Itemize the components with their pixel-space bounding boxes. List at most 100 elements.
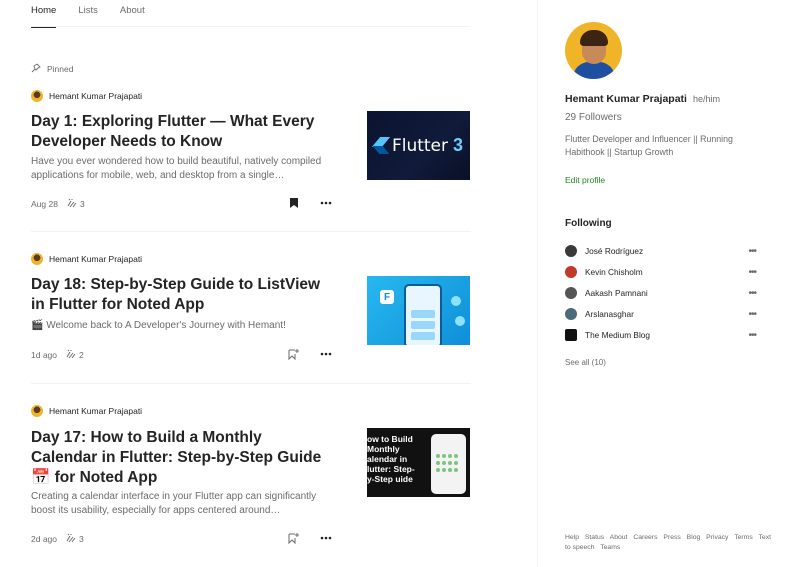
profile-tabs: Home Lists About [31,0,471,28]
following-item: Aakash Pamnani ••• [565,286,757,300]
post-actions [287,347,333,361]
more-options-icon[interactable]: ••• [748,246,756,257]
flutter-logo-icon [374,137,388,155]
clap-count: 3 [66,198,85,210]
edit-profile-link[interactable]: Edit profile [565,175,605,185]
footer-link-status[interactable]: Status [585,534,604,541]
clap-icon [65,533,76,545]
post-author[interactable]: Hemant Kumar Prajapati [31,404,471,418]
clap-count-value: 3 [79,199,85,209]
post-thumbnail[interactable]: Flutter 3 [367,111,470,180]
profile-pronoun: he/him [692,94,720,104]
bookmark-add-icon[interactable] [287,347,301,361]
following-heading: Following [565,218,612,229]
divider [31,383,471,384]
author-name: Hemant Kumar Prajapati [49,254,143,264]
following-item: Arslanasghar ••• [565,307,757,321]
profile-name: Hemant Kumar Prajapati [565,93,687,105]
footer-link-terms[interactable]: Terms [734,534,753,541]
more-options-icon[interactable]: ••• [748,267,756,278]
thumbnail-text: ow to Build Monthly alendar in lutter: S… [367,434,415,484]
more-options-icon[interactable]: ••• [748,288,756,299]
bookmark-filled-icon[interactable] [287,196,301,210]
footer-link-blog[interactable]: Blog [687,534,701,541]
clap-count: 3 [65,533,84,545]
bookmark-add-icon[interactable] [287,531,301,545]
following-item: Kevin Chisholm ••• [565,265,757,279]
following-name[interactable]: Aakash Pamnani [585,288,748,298]
profile-name-line: Hemant Kumar Prajapati he/him [565,93,720,105]
phone-illustration [404,284,442,345]
profile-sidebar: Hemant Kumar Prajapati he/him 29 Followe… [537,0,800,567]
pinned-indicator: Pinned [31,63,73,75]
avatar[interactable] [565,308,577,320]
thumbnail-text: Flutter [391,135,449,156]
clap-icon [66,198,77,210]
post-title[interactable]: Day 17: How to Build a Monthly Calendar … [31,428,331,488]
post-author[interactable]: Hemant Kumar Prajapati [31,89,471,103]
clap-count-value: 3 [79,534,84,544]
pin-icon [31,63,41,75]
thumbnail-badge: 3 [453,135,464,155]
clap-icon [65,349,76,361]
footer-link-press[interactable]: Press [663,534,680,541]
main-content: Home Lists About Pinned Hemant Kumar Pra… [0,0,537,567]
more-options-icon[interactable] [319,196,333,210]
more-options-icon[interactable]: ••• [748,330,756,341]
avatar [31,90,43,102]
avatar[interactable] [565,266,577,278]
following-item: The Medium Blog ••• [565,328,757,342]
post-card: Hemant Kumar Prajapati Day 17: How to Bu… [31,404,471,554]
profile-bio: Flutter Developer and Influencer || Runn… [565,134,733,157]
following-name[interactable]: The Medium Blog [585,330,748,340]
post-card: Hemant Kumar Prajapati Day 1: Exploring … [31,89,471,214]
post-date: Aug 28 [31,199,58,209]
medium-logo-icon[interactable] [565,329,577,341]
post-date: 2d ago [31,534,57,544]
post-thumbnail[interactable]: F [367,276,470,345]
avatar [31,253,43,265]
author-name: Hemant Kumar Prajapati [49,406,143,416]
post-actions [287,196,333,210]
avatar[interactable] [565,245,577,257]
clap-count-value: 2 [79,350,84,360]
post-meta: 1d ago 2 [31,349,84,361]
more-options-icon[interactable] [319,347,333,361]
tab-home[interactable]: Home [31,0,57,28]
post-subtitle[interactable]: Creating a calendar interface in your Fl… [31,490,336,518]
profile-avatar[interactable] [565,22,622,79]
following-name[interactable]: Kevin Chisholm [585,267,748,277]
tab-about[interactable]: About [120,0,145,27]
post-subtitle[interactable]: 🎬 Welcome back to A Developer's Journey … [31,319,336,333]
post-author[interactable]: Hemant Kumar Prajapati [31,252,471,266]
pinned-label: Pinned [47,64,74,74]
more-options-icon[interactable] [319,531,333,545]
footer-link-about[interactable]: About [610,534,628,541]
post-title[interactable]: Day 18: Step-by-Step Guide to ListView i… [31,275,331,315]
author-name: Hemant Kumar Prajapati [49,91,143,101]
post-meta: 2d ago 3 [31,533,84,545]
footer-links: Help Status About Careers Press Blog Pri… [565,533,775,553]
footer-link-teams[interactable]: Teams [600,544,620,551]
following-name[interactable]: José Rodríguez [585,246,748,256]
flutter-logo-icon: F [380,290,394,304]
post-actions [287,531,333,545]
post-card: Hemant Kumar Prajapati Day 18: Step-by-S… [31,252,471,372]
avatar [31,405,43,417]
see-all-following-link[interactable]: See all (10) [565,358,606,367]
clap-count: 2 [65,349,84,361]
tab-lists[interactable]: Lists [78,0,98,27]
follower-count[interactable]: 29 Followers [565,112,622,123]
footer-link-privacy[interactable]: Privacy [706,534,728,541]
following-name[interactable]: Arslanasghar [585,309,748,319]
following-item: José Rodríguez ••• [565,244,757,258]
avatar[interactable] [565,287,577,299]
post-subtitle[interactable]: Have you ever wondered how to build beau… [31,155,336,183]
calendar-phone-illustration [431,434,466,494]
post-thumbnail[interactable]: ow to Build Monthly alendar in lutter: S… [367,428,470,497]
post-title[interactable]: Day 1: Exploring Flutter — What Every De… [31,112,331,152]
footer-link-careers[interactable]: Careers [633,534,657,541]
divider [31,231,471,232]
more-options-icon[interactable]: ••• [748,309,756,320]
footer-link-help[interactable]: Help [565,534,579,541]
